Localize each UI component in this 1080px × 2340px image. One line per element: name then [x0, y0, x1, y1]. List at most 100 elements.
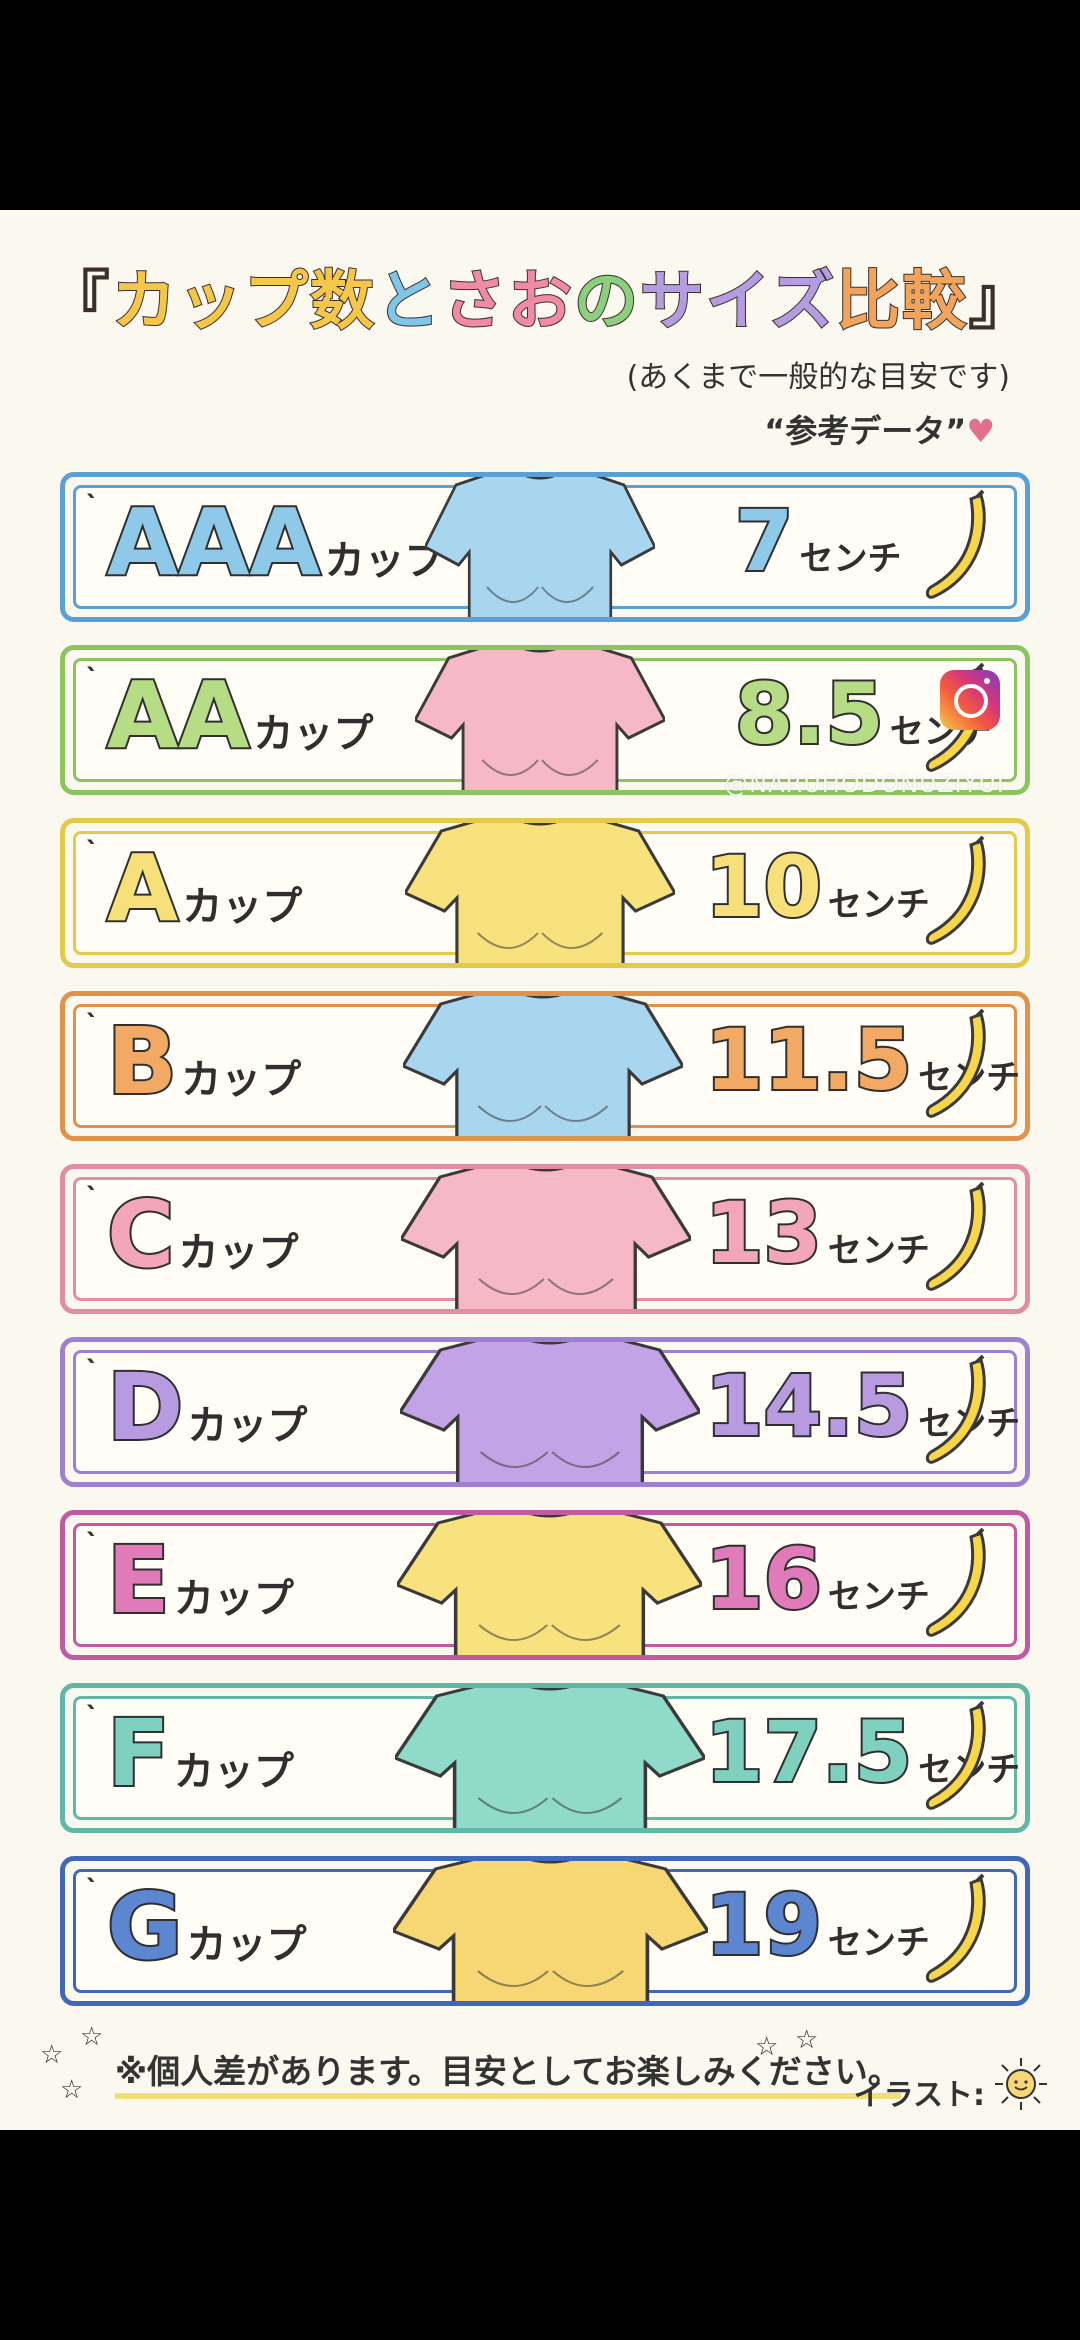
cup-row: ՝՝ AAA カップ 7 センチ — [60, 472, 1030, 622]
banana-icon — [925, 489, 986, 599]
sparkle-mark: ՝՝ — [87, 664, 95, 692]
t-shirt-icon — [403, 996, 683, 1136]
title-part-cup-count: カップ数 — [111, 264, 376, 340]
size-unit: センチ — [827, 885, 930, 925]
t-shirt-icon — [415, 650, 665, 790]
cup-letter: F — [105, 1700, 172, 1807]
size-number: 19 — [703, 1876, 824, 1974]
cup-label: AA カップ — [105, 668, 374, 764]
banana-icon — [925, 835, 986, 945]
cup-label: B カップ — [105, 1014, 302, 1110]
cup-letter: E — [105, 1527, 172, 1634]
size-unit: センチ — [827, 1231, 930, 1271]
title-part-to: と — [375, 264, 442, 340]
size-number: 7 — [733, 492, 795, 590]
cup-label: C カップ — [105, 1187, 299, 1283]
sparkle-mark: ՝՝ — [87, 1529, 95, 1557]
title-part-sao: さお — [441, 264, 574, 340]
reference-note: “参考データ”♥ — [764, 406, 995, 452]
cup-letter: G — [105, 1873, 184, 1980]
cup-letter: D — [105, 1354, 185, 1461]
size-unit: センチ — [799, 539, 902, 579]
banana-icon — [925, 1354, 986, 1464]
banana-icon — [925, 1181, 986, 1291]
cup-label: AAA カップ — [105, 495, 445, 591]
watermark: @NARUHODONUZIYUI — [724, 770, 1005, 798]
size-number: 17.5 — [703, 1703, 914, 1801]
t-shirt-icon — [393, 1861, 708, 2001]
sparkle-mark: ՝՝ — [87, 837, 95, 865]
cup-suffix: カップ — [253, 711, 374, 757]
size-value: 7 センチ — [733, 497, 902, 585]
cup-label: G カップ — [105, 1879, 307, 1975]
cup-letter: B — [105, 1008, 179, 1115]
cup-letter: A — [105, 835, 180, 942]
star-icon: ☆ — [80, 2022, 104, 2052]
cup-row: ՝՝ G カップ 19 センチ — [60, 1856, 1030, 2006]
t-shirt-icon — [425, 477, 655, 617]
cup-label: E カップ — [105, 1533, 294, 1629]
sparkle-mark: ՝՝ — [87, 491, 95, 519]
sparkle-mark: ՝՝ — [87, 1875, 95, 1903]
sparkle-mark: ՝՝ — [87, 1702, 95, 1730]
cup-label: A カップ — [105, 841, 303, 937]
star-icon: ☆ — [40, 2040, 64, 2070]
size-value: 13 センチ — [703, 1189, 930, 1277]
title-part-no: の — [573, 264, 640, 340]
banana-icon — [925, 1873, 986, 1983]
cup-row: ՝՝ Dカップ 14.5センチ — [60, 1337, 1030, 1487]
illustration-credit: イラスト: — [853, 2078, 985, 2113]
size-unit: センチ — [827, 1577, 930, 1617]
cup-suffix: カップ — [187, 1403, 308, 1449]
size-number: 14.5 — [703, 1357, 914, 1455]
size-number: 16 — [703, 1530, 824, 1628]
size-number: 13 — [703, 1184, 824, 1282]
size-unit: センチ — [827, 1923, 930, 1963]
sparkle-mark: ՝՝ — [87, 1183, 95, 1211]
cup-label: D カップ — [105, 1360, 308, 1456]
cup-suffix: カップ — [186, 1922, 307, 1968]
cup-suffix: カップ — [173, 1749, 294, 1795]
cup-row: ՝՝ Bカップ 11.5センチ — [60, 991, 1030, 1141]
title-bracket-close: 』 — [968, 265, 1035, 339]
size-value: 10 センチ — [703, 843, 930, 931]
infographic-card: 『カップ数とさおのサイズ比較』 (あくまで一般的な目安です) “参考データ”♥ … — [0, 210, 1080, 2130]
cup-suffix: カップ — [182, 884, 303, 930]
sparkle-mark: ՝՝ — [87, 1010, 95, 1038]
title-part-comparison: 比較 — [835, 264, 969, 340]
star-icon: ☆ — [60, 2075, 84, 2105]
banana-icon — [925, 1700, 986, 1810]
heart-icon: ♥ — [966, 412, 995, 450]
disclaimer-note: ※個人差があります。目安としてお楽しみください。 — [115, 2045, 901, 2099]
cup-row: ՝՝ Fカップ 17.5センチ — [60, 1683, 1030, 1833]
size-value: 19 センチ — [703, 1881, 930, 1969]
banana-icon — [925, 1008, 986, 1118]
cup-suffix: カップ — [178, 1230, 299, 1276]
instagram-icon[interactable] — [940, 670, 1000, 730]
title-bracket-open: 『 — [45, 265, 112, 339]
cup-row: ՝՝ E カップ 16 センチ — [60, 1510, 1030, 1660]
sun-icon — [995, 2058, 1047, 2110]
sparkle-mark: ՝՝ — [87, 1356, 95, 1384]
cup-label: F カップ — [105, 1706, 294, 1802]
cup-letter: AA — [105, 662, 251, 769]
cup-suffix: カップ — [181, 1057, 302, 1103]
cup-row: ՝՝ A カップ 10 センチ — [60, 818, 1030, 968]
size-number: 11.5 — [703, 1011, 914, 1109]
title-part-size: サイズ — [639, 264, 837, 340]
reference-note-text: “参考データ” — [764, 412, 967, 450]
subtitle: (あくまで一般的な目安です) — [626, 360, 1010, 395]
cup-suffix: カップ — [173, 1576, 294, 1622]
size-number: 8.5 — [733, 665, 886, 763]
size-number: 10 — [703, 838, 824, 936]
cup-letter: AAA — [105, 489, 323, 596]
banana-icon — [925, 1527, 986, 1637]
t-shirt-icon — [395, 1688, 705, 1828]
cup-row: ՝՝ C カップ 13 センチ — [60, 1164, 1030, 1314]
t-shirt-icon — [400, 1342, 700, 1482]
size-value: 16 センチ — [703, 1535, 930, 1623]
t-shirt-icon — [397, 1515, 702, 1655]
cup-letter: C — [105, 1181, 177, 1288]
t-shirt-icon — [401, 1169, 691, 1309]
t-shirt-icon — [405, 823, 675, 963]
